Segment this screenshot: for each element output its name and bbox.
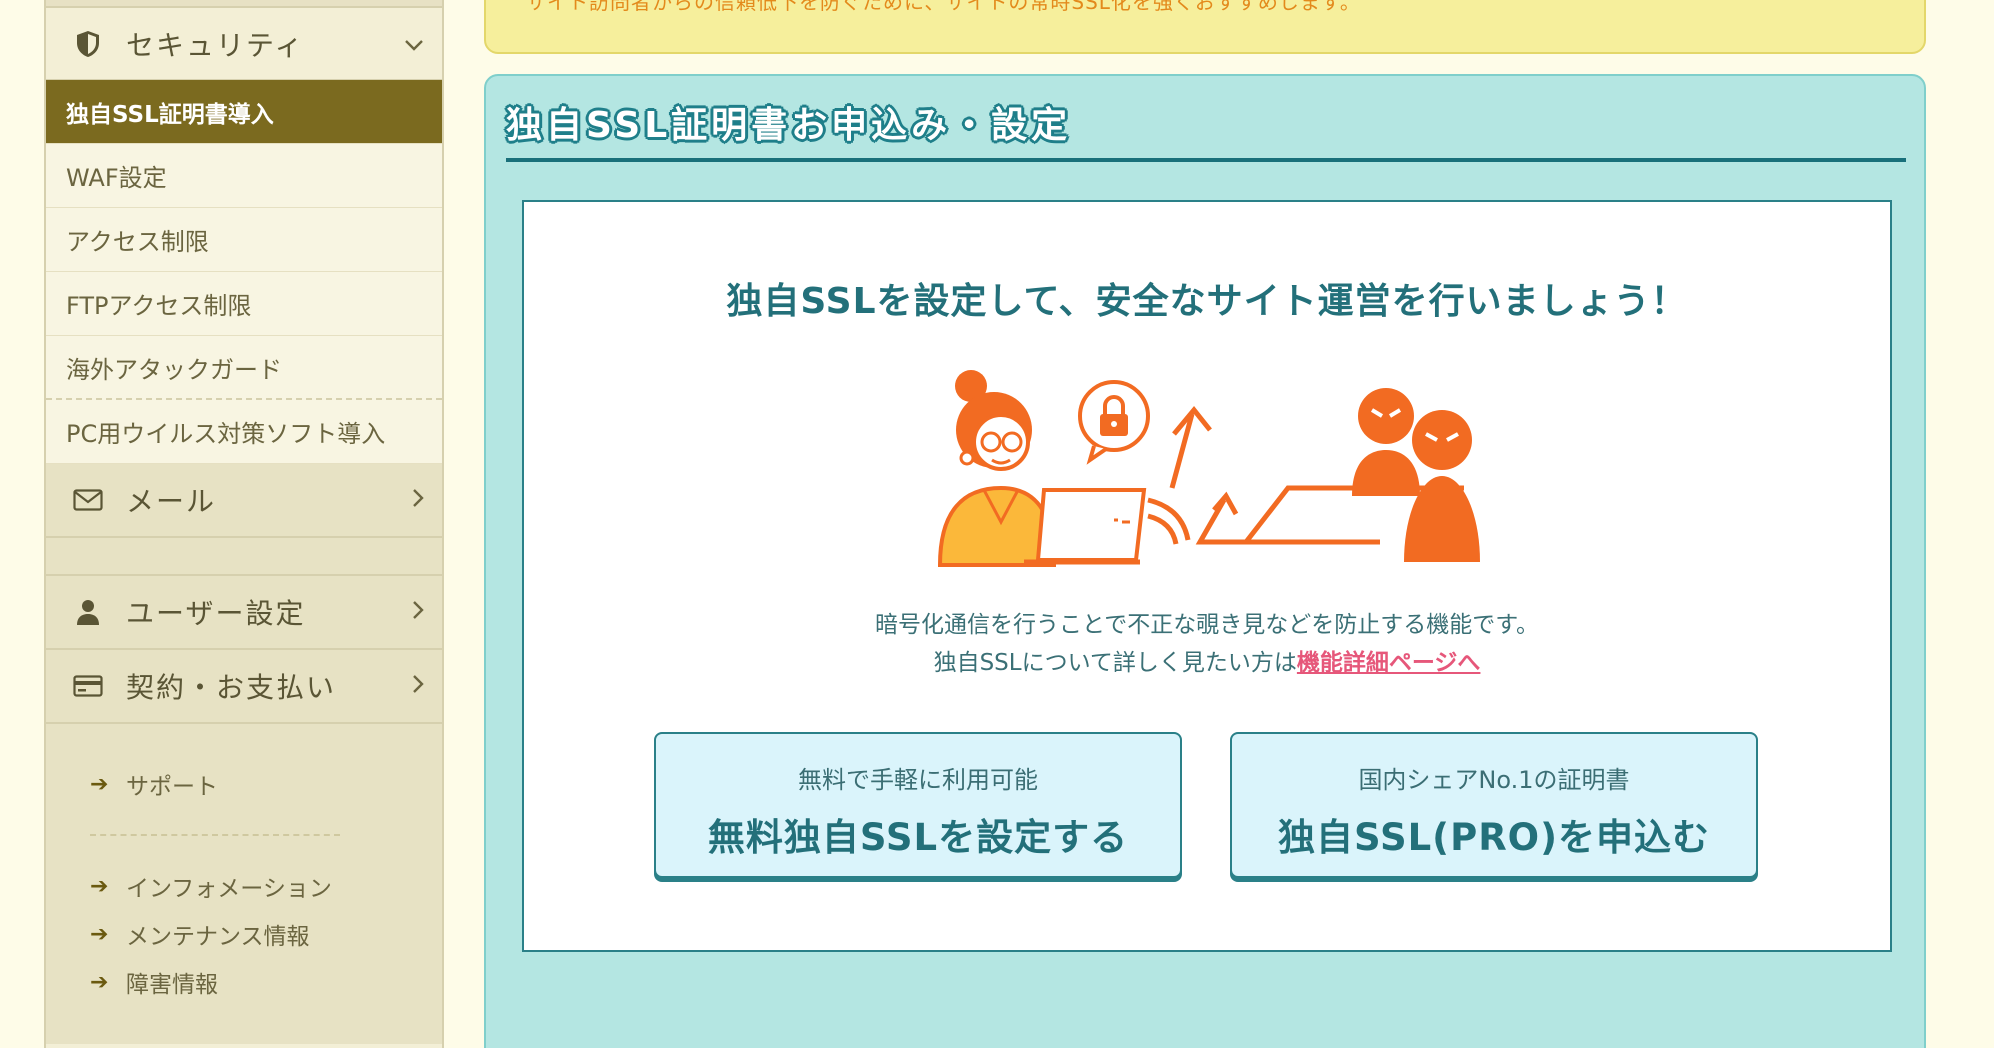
sidebar-item-antivirus[interactable]: PC用ウイルス対策ソフト導入 xyxy=(46,400,442,464)
sidebar-link-label: インフォメーション xyxy=(126,876,332,902)
sidebar-link-support[interactable]: ➔ サポート xyxy=(90,760,442,808)
arrow-right-icon: ➔ xyxy=(90,921,109,947)
ssl-card: 独自SSLを設定して、安全なサイト運営を行いましょう！ 暗号化通信を行うことで不… xyxy=(522,200,1892,952)
sidebar-links: ➔ サポート ➔ インフォメーション ➔ メンテナンス情報 ➔ 障害情報 xyxy=(46,724,442,1044)
description-line-2: 独自SSLについて詳しく見たい方は機能詳細ページへ xyxy=(524,644,1890,682)
button-label: 独自SSL(PRO)を申込む xyxy=(1277,816,1711,859)
sidebar-link-outage[interactable]: ➔ 障害情報 xyxy=(90,958,442,1006)
sidebar-top-edge xyxy=(46,0,442,8)
chevron-right-icon xyxy=(412,485,424,515)
woman-with-laptop-icon xyxy=(937,370,1057,567)
sidebar-link-label: メンテナンス情報 xyxy=(126,924,310,950)
description-prefix: 独自SSLについて詳しく見たい方は xyxy=(933,650,1297,676)
button-subtitle: 無料で手軽に利用可能 xyxy=(798,766,1038,794)
arrow-right-icon: ➔ xyxy=(90,873,109,899)
feature-details-link[interactable]: 機能詳細ページへ xyxy=(1297,650,1481,676)
sidebar-item-ftp-access-limit[interactable]: FTPアクセス制限 xyxy=(46,272,442,336)
sidebar-item-overseas-attack-guard[interactable]: 海外アタックガード xyxy=(46,336,442,400)
pro-ssl-apply-button[interactable]: 国内シェアNo.1の証明書 独自SSL(PRO)を申込む xyxy=(1230,732,1758,878)
chevron-right-icon xyxy=(412,671,424,701)
sidebar-link-maintenance[interactable]: ➔ メンテナンス情報 xyxy=(90,910,442,958)
lock-icon xyxy=(1078,380,1150,465)
sidebar-category-contract-payment[interactable]: 契約・お支払い xyxy=(46,650,442,724)
attacker-icon xyxy=(1352,388,1420,496)
button-subtitle: 国内シェアNo.1の証明書 xyxy=(1358,766,1630,794)
shield-icon xyxy=(68,24,108,64)
sidebar-section-label: セキュリティ xyxy=(126,28,305,62)
card-headline: 独自SSLを設定して、安全なサイト運営を行いましょう！ xyxy=(726,281,1688,322)
panel-title: 独自SSL証明書お申込み・設定 xyxy=(506,105,1072,146)
chevron-down-icon xyxy=(404,29,424,59)
chevron-right-icon xyxy=(412,597,424,627)
sidebar-link-label: 障害情報 xyxy=(126,972,218,998)
notice-text: サイト訪問者からの信頼低下を防ぐために、サイトの常時SSL化を強くおすすめします… xyxy=(526,0,1361,14)
panel-title-rule xyxy=(506,158,1906,162)
shield-wave-icon xyxy=(1147,497,1191,545)
sidebar-spacer xyxy=(46,538,442,576)
mail-icon xyxy=(68,480,108,520)
sidebar-category-label: ユーザー設定 xyxy=(126,597,306,630)
sidebar-link-label: サポート xyxy=(126,774,218,800)
sidebar-item-access-limit[interactable]: アクセス制限 xyxy=(46,208,442,272)
sidebar-category-label: メール xyxy=(126,485,217,518)
sidebar-link-information[interactable]: ➔ インフォメーション xyxy=(90,862,442,910)
card-description: 暗号化通信を行うことで不正な覗き見などを防止する機能です。 独自SSLについて詳… xyxy=(524,606,1890,682)
sidebar-category-mail[interactable]: メール xyxy=(46,464,442,538)
user-icon xyxy=(68,592,108,632)
sidebar-section-security[interactable]: セキュリティ xyxy=(46,8,442,80)
button-label: 無料独自SSLを設定する xyxy=(707,816,1129,859)
sidebar-item-waf[interactable]: WAF設定 xyxy=(46,144,442,208)
ssl-panel: 独自SSL証明書お申込み・設定 独自SSLを設定して、安全なサイト運営を行いまし… xyxy=(484,74,1926,1048)
sidebar-links-divider xyxy=(90,834,340,836)
description-line-1: 暗号化通信を行うことで不正な覗き見などを防止する機能です。 xyxy=(874,612,1539,638)
sidebar: セキュリティ 独自SSL証明書導入 WAF設定 アクセス制限 FTPアクセス制限… xyxy=(44,0,444,1048)
arrow-right-icon: ➔ xyxy=(90,969,109,995)
credit-card-icon xyxy=(68,666,108,706)
ssl-recommend-notice: サイト訪問者からの信頼低下を防ぐために、サイトの常時SSL化を強くおすすめします… xyxy=(484,0,1926,54)
sidebar-category-label: 契約・お支払い xyxy=(126,671,337,704)
sidebar-item-ssl[interactable]: 独自SSL証明書導入 xyxy=(46,80,442,144)
laptop-icon xyxy=(1024,488,1147,565)
free-ssl-setup-button[interactable]: 無料で手軽に利用可能 無料独自SSLを設定する xyxy=(654,732,1182,878)
sidebar-category-user-settings[interactable]: ユーザー設定 xyxy=(46,576,442,650)
arrow-right-icon: ➔ xyxy=(90,771,109,797)
ssl-protection-illustration xyxy=(937,370,1480,567)
